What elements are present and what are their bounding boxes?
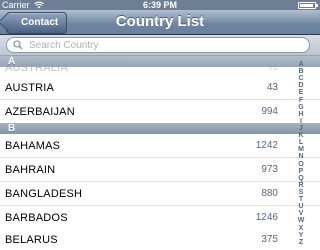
index-letter[interactable]: D: [298, 82, 303, 89]
index-letter[interactable]: G: [298, 104, 303, 111]
table-row[interactable]: BANGLADESH 880: [0, 182, 320, 206]
section-index[interactable]: ABCDEFGHIJKLMNOPQRSTUVWXYZ: [296, 61, 306, 246]
back-button[interactable]: Contact: [6, 12, 68, 34]
country-code: 375: [261, 234, 278, 245]
status-time: 6:39 PM: [142, 0, 177, 10]
search-field[interactable]: [6, 37, 310, 53]
index-letter[interactable]: A: [298, 61, 303, 68]
country-code: 994: [261, 106, 278, 117]
index-letter[interactable]: F: [299, 97, 303, 104]
index-letter[interactable]: X: [299, 225, 304, 232]
index-letter[interactable]: K: [298, 132, 303, 139]
index-letter[interactable]: T: [299, 196, 303, 203]
country-name: AUSTRIA: [5, 82, 55, 94]
index-letter[interactable]: R: [298, 182, 303, 189]
table-row[interactable]: BELARUS 375: [0, 228, 320, 250]
index-letter[interactable]: M: [298, 146, 304, 153]
index-letter[interactable]: Z: [299, 239, 303, 246]
country-name: BANGLADESH: [5, 188, 83, 200]
country-code: 880: [261, 188, 278, 199]
index-letter[interactable]: S: [299, 189, 304, 196]
battery-icon: [298, 2, 318, 9]
index-letter[interactable]: V: [299, 210, 304, 217]
index-letter[interactable]: Y: [299, 232, 304, 239]
country-table: AUSTRALIA 91 A AUSTRIA 43 AZERBAIJAN 994…: [0, 56, 320, 250]
country-name: AZERBAIJAN: [5, 106, 75, 118]
index-letter[interactable]: W: [298, 217, 305, 224]
index-letter[interactable]: O: [298, 161, 303, 168]
country-name: BELARUS: [5, 234, 58, 246]
country-code: 43: [266, 82, 278, 93]
index-letter[interactable]: I: [300, 118, 302, 125]
country-code: 1242: [255, 140, 278, 151]
country-code: 1246: [255, 212, 278, 223]
table-row[interactable]: BAHAMAS 1242: [0, 134, 320, 158]
section-header-label: B: [8, 123, 16, 134]
country-name: BAHRAIN: [5, 164, 56, 176]
table-row[interactable]: AZERBAIJAN 994: [0, 100, 320, 124]
index-letter[interactable]: E: [299, 89, 304, 96]
table-row[interactable]: BAHRAIN 973: [0, 158, 320, 182]
search-bar: [0, 35, 320, 56]
index-letter[interactable]: H: [298, 111, 303, 118]
index-letter[interactable]: U: [298, 203, 303, 210]
country-name: BARBADOS: [5, 212, 68, 224]
index-letter[interactable]: L: [299, 139, 303, 146]
index-letter[interactable]: B: [298, 68, 303, 75]
table-row[interactable]: BARBADOS 1246: [0, 206, 320, 230]
search-icon: [13, 40, 23, 50]
navigation-bar: Country List Contact: [0, 10, 320, 35]
index-letter[interactable]: P: [299, 168, 304, 175]
index-letter[interactable]: Q: [298, 175, 303, 182]
index-letter[interactable]: N: [298, 153, 303, 160]
index-letter[interactable]: J: [299, 125, 303, 132]
country-name: BAHAMAS: [5, 140, 61, 152]
section-header-a: A: [0, 56, 320, 67]
country-code: 973: [261, 164, 278, 175]
section-header-label: A: [8, 56, 16, 67]
index-letter[interactable]: C: [298, 75, 303, 82]
section-header-b: B: [0, 123, 320, 134]
search-input[interactable]: [29, 38, 299, 52]
status-bar: Carrier 6:39 PM: [0, 0, 320, 10]
table-row[interactable]: AUSTRIA 43: [0, 76, 320, 100]
